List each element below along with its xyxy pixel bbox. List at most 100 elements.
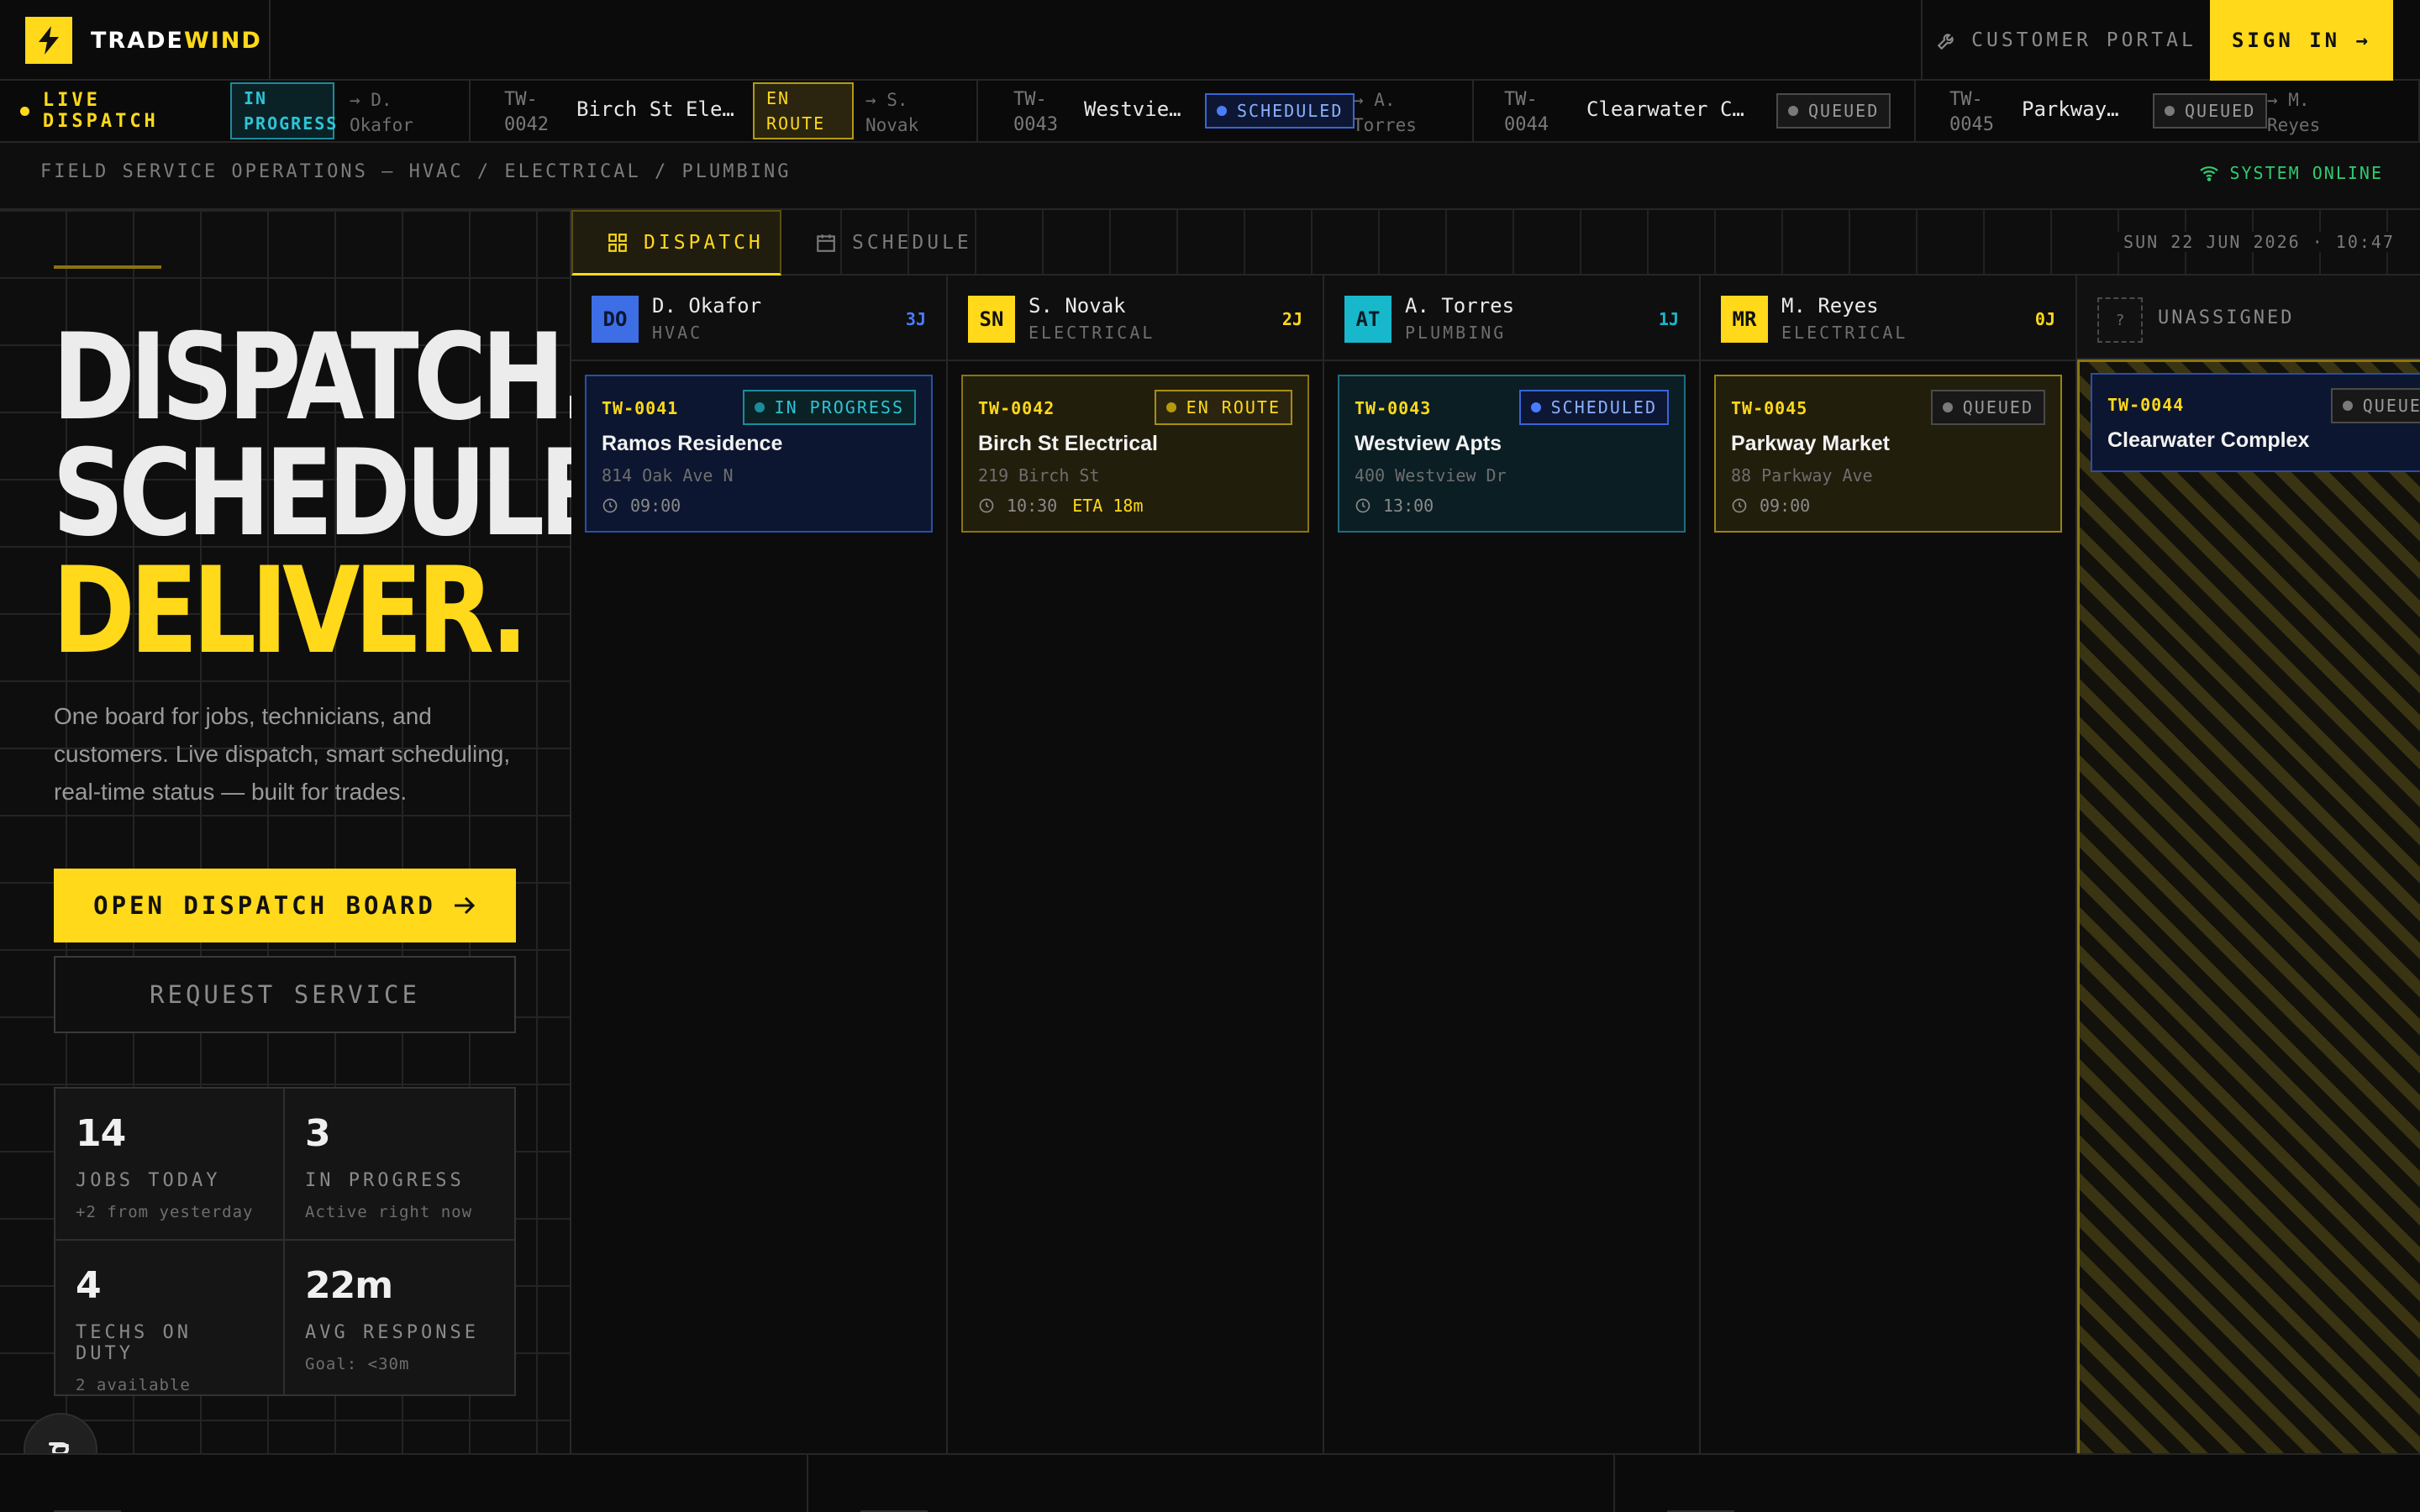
technician-column: SN S. Novak ELECTRICAL 2J TW-0042 EN ROU…: [948, 276, 1324, 1453]
brand-name: TRADEWIND: [91, 28, 262, 54]
stat-label: JOBS TODAY: [76, 1170, 221, 1191]
avatar: MR: [1721, 296, 1768, 343]
brand[interactable]: TRADEWIND: [0, 0, 271, 81]
customer-portal-label: CUSTOMER PORTAL: [1971, 29, 2196, 51]
ticker-item[interactable]: TW- 0042 Birch St Elec… EN ROUTE → S. No…: [471, 81, 978, 141]
ticker-status-text: QUEUED: [2185, 101, 2256, 121]
hero-accent-rule: [54, 265, 161, 269]
status-text: EN ROUTE: [1186, 397, 1281, 417]
ticker-status-text: QUEUED: [1808, 101, 1880, 121]
status-badge-queued: QUEUED: [1776, 93, 1891, 129]
job-card[interactable]: TW-0045 QUEUED Parkway Market 88 Parkway…: [1714, 375, 2062, 533]
tab-dispatch[interactable]: DISPATCH: [571, 210, 781, 276]
tab-schedule-label: SCHEDULE: [852, 232, 972, 254]
footer-divider: [1613, 1455, 1615, 1512]
ticker-job-id-line2: 0045: [1949, 114, 1994, 135]
status-dot-icon: [1788, 106, 1798, 116]
ticker-job-id-line1: TW-: [504, 89, 538, 110]
job-card[interactable]: TW-0044 QUEUED Clearwater Complex: [2091, 373, 2420, 472]
sign-in-button[interactable]: SIGN IN →: [2210, 0, 2393, 81]
status-dot-icon: [1217, 106, 1227, 116]
status-badge-queued: QUEUED: [2330, 388, 2420, 423]
ticker-tech: → D. Okafor: [350, 87, 442, 138]
technician-column: AT A. Torres PLUMBING 1J TW-0043 SCHEDUL…: [1324, 276, 1701, 1453]
status-badge-queued: QUEUED: [1930, 390, 2045, 425]
system-status-text: SYSTEM ONLINE: [2229, 163, 2383, 183]
job-id: TW-0041: [602, 398, 679, 418]
stat-sub: 2 available: [76, 1376, 191, 1394]
job-title: Clearwater Complex: [2107, 428, 2310, 452]
sub-header: FIELD SERVICE OPERATIONS — HVAC / ELECTR…: [0, 143, 2420, 210]
status-text: QUEUED: [2362, 396, 2420, 416]
ticker-tech-line2: Reyes: [2267, 115, 2321, 135]
hero-description: One board for jobs, technicians, and cus…: [54, 703, 511, 805]
status-badge-scheduled: SCHEDULED: [1205, 93, 1355, 129]
status-text: QUEUED: [1962, 397, 2033, 417]
wrench-icon: [1937, 34, 1954, 50]
job-title: Westview Apts: [1355, 432, 1502, 455]
live-dispatch-ticker: LIVE DISPATCH IN PROGRESS → D. Okafor TW…: [0, 81, 2420, 143]
ticker-tech: → M. Reyes: [2267, 87, 2360, 138]
ticker-job-id-line1: TW-: [1949, 89, 1983, 110]
job-eta: ETA 18m: [1072, 496, 1144, 516]
technician-header[interactable]: DO D. Okafor HVAC 3J: [571, 276, 946, 361]
ticker-tech: → A. Torres: [1353, 87, 1445, 138]
unassigned-column[interactable]: ? UNASSIGNED TW-0044 QUEUED Clearwater C…: [2077, 276, 2420, 1453]
ticker-item[interactable]: TW- 0045 Parkway M… QUEUED → M. Reyes: [1916, 81, 2420, 141]
ticker-job-id: TW- 0045: [1949, 87, 2017, 138]
grid-icon: [608, 233, 627, 252]
stat-jobs-today: 14 JOBS TODAY +2 from yesterday: [55, 1089, 285, 1241]
job-count: 2J: [1281, 309, 1302, 329]
job-card[interactable]: TW-0041 IN PROGRESS Ramos Residence 814 …: [585, 375, 933, 533]
job-time-text: 09:00: [630, 496, 681, 516]
ticker-tech-line1: → A.: [1353, 90, 1396, 110]
status-badge-scheduled: SCHEDULED: [1518, 390, 1669, 425]
job-title: Parkway Market: [1731, 432, 1891, 455]
app-root: TRADEWIND CUSTOMER PORTAL SIGN IN → LIVE…: [0, 0, 2420, 1512]
job-id: TW-0042: [978, 398, 1055, 418]
status-dot-icon: [1165, 402, 1176, 412]
ticker-item[interactable]: TW- 0043 Westview… SCHEDULED → A. Torres: [978, 81, 1474, 141]
technician-role: HVAC: [652, 323, 703, 343]
open-dispatch-board-button[interactable]: OPEN DISPATCH BOARD: [54, 869, 516, 942]
ticker-item[interactable]: TW- 0044 Clearwater Com… QUEUED: [1474, 81, 1916, 141]
stat-label: AVG RESPONSE: [305, 1322, 479, 1343]
ticker-job-name: Parkway M…: [2022, 97, 2131, 121]
job-id: TW-0044: [2107, 395, 2185, 415]
status-text: SCHEDULED: [1550, 397, 1657, 417]
arrow-right-icon: [454, 896, 475, 915]
technician-name: A. Torres: [1405, 294, 1515, 318]
stat-label: IN PROGRESS: [305, 1170, 465, 1191]
technician-header[interactable]: AT A. Torres PLUMBING 1J: [1324, 276, 1699, 361]
technician-header[interactable]: SN S. Novak ELECTRICAL 2J: [948, 276, 1323, 361]
board-tabs: DISPATCH SCHEDULE SUN 22 JUN 2026 · 10:4…: [571, 210, 2420, 276]
job-time: 09:00: [1731, 496, 1810, 516]
tab-schedule[interactable]: SCHEDULE: [781, 210, 975, 276]
ticker-tech-line2: Okafor: [350, 115, 413, 135]
stat-sub: +2 from yesterday: [76, 1203, 254, 1221]
unassigned-label: UNASSIGNED: [2158, 307, 2295, 328]
stat-value: 14: [76, 1112, 126, 1155]
job-address: 219 Birch St: [978, 465, 1100, 486]
request-service-button[interactable]: REQUEST SERVICE: [54, 956, 516, 1033]
ticker-job-id: TW- 0044: [1504, 87, 1571, 138]
ticker-item[interactable]: IN PROGRESS → D. Okafor: [229, 81, 471, 141]
brand-name-part1: TRADE: [91, 27, 184, 54]
clock-icon: [1732, 498, 1747, 513]
job-card[interactable]: TW-0043 SCHEDULED Westview Apts 400 West…: [1338, 375, 1686, 533]
status-badge-en-route: EN ROUTE: [1154, 390, 1292, 425]
technician-header[interactable]: MR M. Reyes ELECTRICAL 0J: [1701, 276, 2075, 361]
job-card[interactable]: TW-0042 EN ROUTE Birch St Electrical 219…: [961, 375, 1309, 533]
ticker-status-text: SCHEDULED: [1237, 101, 1344, 121]
stat-in-progress: 3 IN PROGRESS Active right now: [285, 1089, 514, 1241]
job-title: Birch St Electrical: [978, 432, 1158, 455]
live-dispatch-label: LIVE DISPATCH: [0, 81, 229, 141]
tab-dispatch-label: DISPATCH: [644, 231, 764, 254]
customer-portal-link[interactable]: CUSTOMER PORTAL: [1921, 0, 2210, 81]
status-text: IN PROGRESS: [774, 397, 904, 417]
technician-column: DO D. Okafor HVAC 3J TW-0041 IN PROGRESS…: [571, 276, 948, 1453]
ticker-tech: → S. Novak: [865, 87, 958, 138]
job-count: 0J: [2034, 309, 2055, 329]
technician-name: S. Novak: [1028, 294, 1126, 318]
board-clock: SUN 22 JUN 2026 · 10:47: [2115, 232, 2395, 252]
